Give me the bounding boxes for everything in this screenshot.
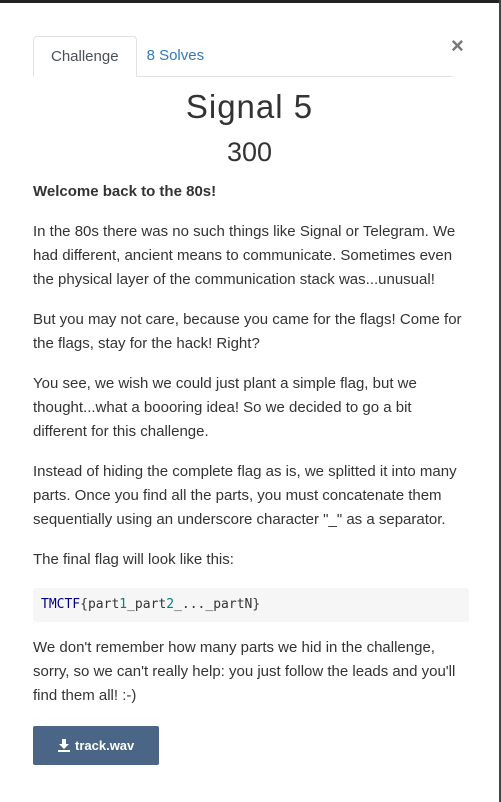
code-text: _..._partN}	[174, 597, 261, 612]
challenge-description: Welcome back to the 80s! In the 80s ther…	[33, 180, 469, 765]
description-paragraph: Instead of hiding the complete flag as i…	[33, 463, 457, 528]
tab-solves[interactable]: 8 Solves	[137, 36, 215, 76]
file-name: track.wav	[75, 738, 135, 753]
description-paragraph: But you may not care, because you came f…	[33, 311, 462, 352]
description-paragraph: The final flag will look like this:	[33, 551, 234, 568]
challenge-name: Signal 5	[185, 88, 314, 125]
code-text: _part	[127, 597, 167, 612]
close-icon[interactable]: ×	[451, 34, 464, 58]
code-number: 2	[166, 597, 175, 612]
modal-tabs: Challenge 8 Solves	[33, 35, 453, 77]
welcome-heading: Welcome back to the 80s!	[33, 183, 217, 200]
download-file-button[interactable]: track.wav	[33, 726, 160, 765]
tab-challenge[interactable]: Challenge	[33, 36, 137, 77]
code-text: {part	[80, 597, 120, 612]
download-icon	[58, 739, 70, 752]
description-paragraph: In the 80s there was no such things like…	[33, 223, 456, 288]
description-paragraph: You see, we wish we could just plant a s…	[33, 375, 417, 440]
challenge-value: 300	[226, 137, 273, 167]
description-paragraph: We don't remember how many parts we hid …	[33, 639, 456, 704]
window-top-edge	[0, 0, 501, 3]
code-number: 1	[119, 597, 128, 612]
challenge-modal: Challenge 8 Solves × Signal 5 300 Welcom…	[0, 0, 499, 802]
flag-format-code: TMCTF{part1_part2_..._partN}	[33, 588, 469, 622]
code-prefix: TMCTF	[41, 597, 81, 612]
